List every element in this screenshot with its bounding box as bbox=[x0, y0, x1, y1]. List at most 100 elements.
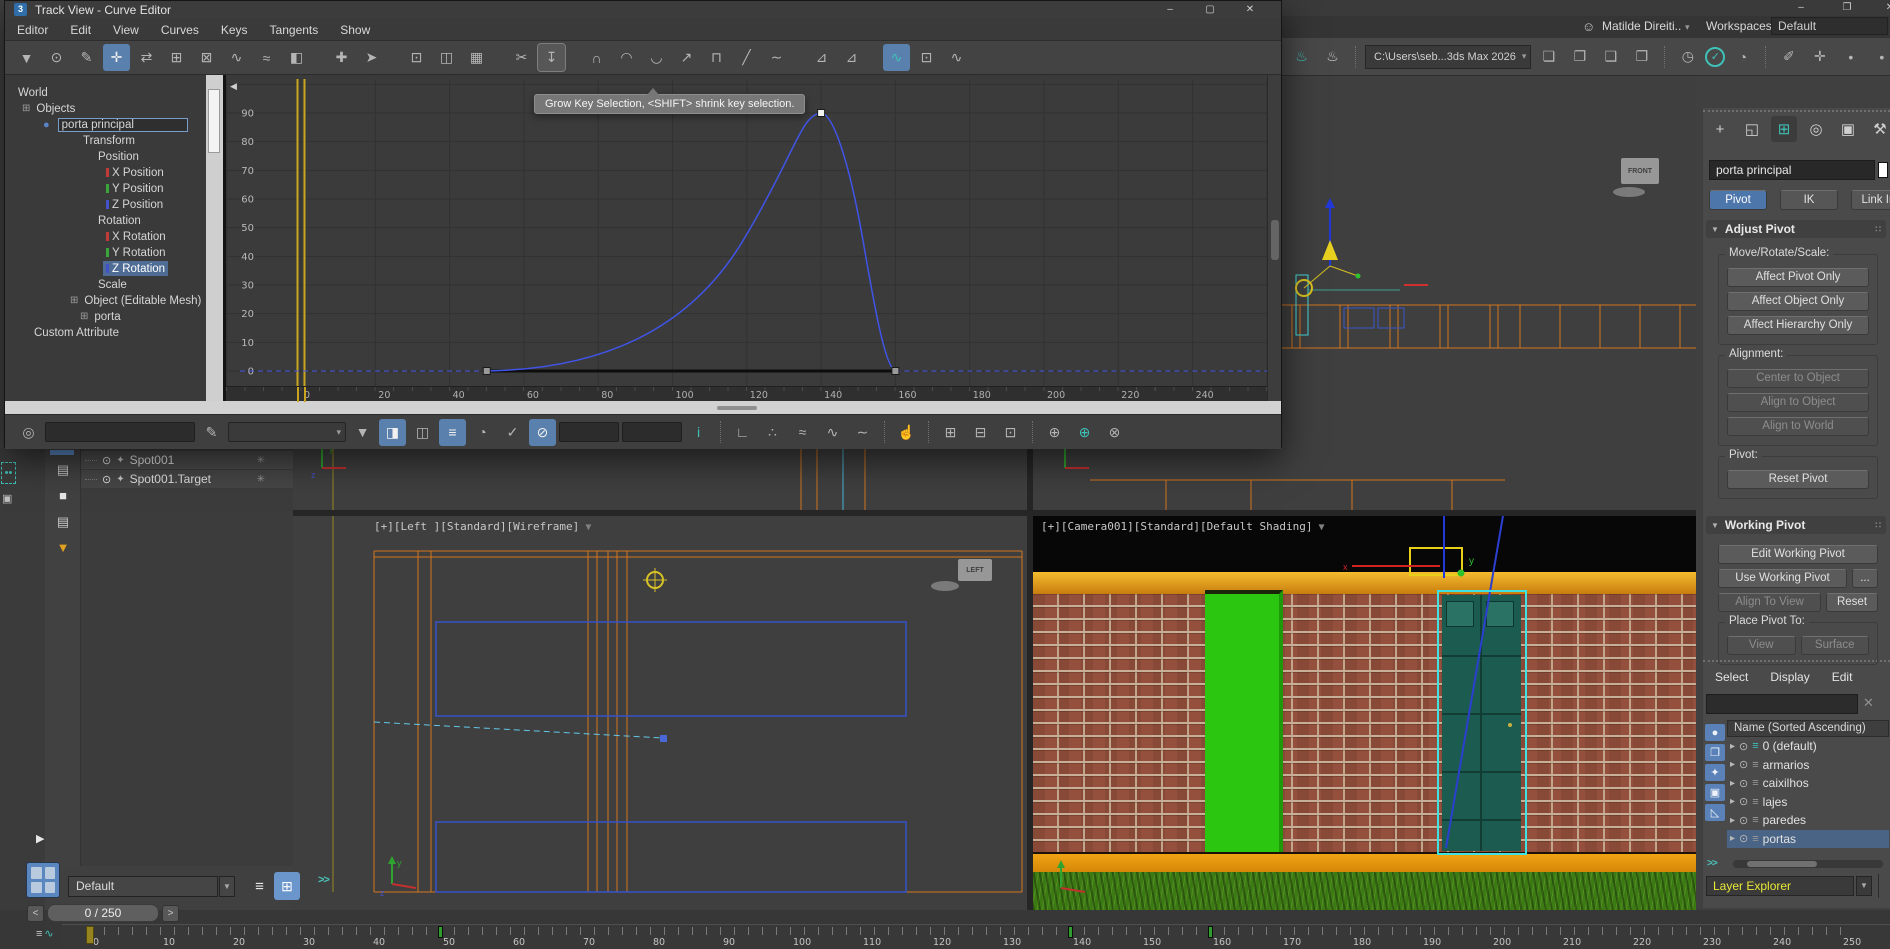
layer-list-scrollbar[interactable] bbox=[1733, 860, 1883, 868]
reference-page-icon[interactable]: ❑ bbox=[1597, 43, 1624, 70]
brush-presets-icon[interactable]: ✐ bbox=[1775, 43, 1802, 70]
tree-item-z-rotation[interactable]: Z Rotation bbox=[103, 261, 168, 276]
track-selection-field[interactable] bbox=[45, 422, 195, 442]
key-time-field[interactable] bbox=[559, 422, 619, 442]
isolate-layers-button[interactable]: ≡ bbox=[248, 874, 271, 899]
select-time-icon[interactable]: ◫ bbox=[433, 44, 460, 71]
expand-arrow-icon[interactable]: ▸ bbox=[1730, 796, 1735, 807]
use-working-pivot-button[interactable]: Use Working Pivot bbox=[1718, 569, 1847, 588]
expand-arrow-icon[interactable]: ▸ bbox=[1730, 741, 1735, 752]
tree-item-porta[interactable]: ⊞porta bbox=[80, 309, 124, 324]
edit-working-pivot-button[interactable]: Edit Working Pivot bbox=[1718, 545, 1878, 564]
affect-object-only-button[interactable]: Affect Object Only bbox=[1727, 292, 1869, 311]
filter-menu-icon[interactable]: ▼ bbox=[349, 419, 376, 446]
expand-box-icon[interactable]: ⊞ bbox=[70, 295, 78, 306]
detail-view-icon[interactable]: ▤ bbox=[52, 514, 74, 534]
rollout-header-adjust-pivot[interactable]: ▼Adjust Pivot∷ bbox=[1706, 220, 1886, 238]
tangent-auto-icon[interactable]: ∩ bbox=[583, 44, 610, 71]
ik-button[interactable]: IK bbox=[1780, 190, 1838, 210]
slide-keys-icon[interactable]: ⇄ bbox=[133, 44, 160, 71]
eye-icon[interactable]: ⊙ bbox=[102, 454, 111, 467]
import-page-icon[interactable]: ❏ bbox=[1535, 43, 1562, 70]
frame-horizontal-extents-icon[interactable]: ∿ bbox=[883, 44, 910, 71]
tangent-smooth-icon[interactable]: ∼ bbox=[763, 44, 790, 71]
tab-modify[interactable]: ◱ bbox=[1739, 116, 1765, 142]
tree-item-rotation[interactable]: Rotation bbox=[95, 213, 144, 228]
isolate-curve-2-icon[interactable]: ⊗ bbox=[1101, 419, 1128, 446]
tree-item-x-position[interactable]: X Position bbox=[103, 165, 167, 180]
tree-item-scale[interactable]: Scale bbox=[95, 277, 130, 292]
select-value-icon[interactable]: ▦ bbox=[463, 44, 490, 71]
tree-item-z-position[interactable]: Z Position bbox=[103, 197, 166, 212]
show-tangents-icon[interactable]: ≈ bbox=[789, 419, 816, 446]
zoom-region-icon[interactable]: ⊕ bbox=[1071, 419, 1098, 446]
explorer-type-caret-icon[interactable]: ▼ bbox=[1856, 876, 1872, 896]
layer-row-paredes[interactable]: ▸⊙≡paredes bbox=[1727, 811, 1889, 829]
mini-editor-icon[interactable]: ▣ bbox=[2, 492, 12, 505]
viewport-vertical-divider[interactable] bbox=[1027, 448, 1033, 910]
show-all-tangents-icon[interactable]: ∿ bbox=[819, 419, 846, 446]
expand-box-icon[interactable]: ⊞ bbox=[80, 311, 88, 322]
menu-view[interactable]: View bbox=[113, 23, 139, 37]
list-view-icon[interactable]: ▤ bbox=[52, 462, 74, 482]
solid-square-icon[interactable]: ■ bbox=[52, 488, 74, 508]
viewport-layout-button[interactable] bbox=[26, 862, 60, 898]
tv-close-button[interactable]: ✕ bbox=[1235, 2, 1265, 18]
filter-cameras-icon[interactable]: ▣ bbox=[1705, 784, 1725, 801]
layer-list-header[interactable]: Name (Sorted Ascending) bbox=[1727, 720, 1889, 737]
tree-item-objects[interactable]: ⊞Objects bbox=[22, 101, 78, 116]
zoom-region-mode-icon[interactable]: ⊡ bbox=[997, 419, 1024, 446]
tab-utilities[interactable]: ⚒ bbox=[1867, 116, 1890, 142]
menu-curves[interactable]: Curves bbox=[161, 23, 199, 37]
track-set-combo[interactable]: ▾ bbox=[228, 422, 346, 442]
selection-set-combo[interactable]: Default bbox=[68, 876, 218, 897]
main-close-button[interactable]: ✕ bbox=[1876, 1, 1890, 15]
mini-curve-editor-icon[interactable]: ∿ bbox=[36, 927, 62, 943]
tree-item-y-position[interactable]: Y Position bbox=[103, 181, 167, 196]
tangent-slow-icon[interactable]: ↗ bbox=[673, 44, 700, 71]
workspace-combo[interactable]: Default bbox=[1771, 17, 1888, 35]
filter-maps-icon[interactable]: ◫ bbox=[409, 419, 436, 446]
grow-key-selection-icon[interactable]: ↧ bbox=[538, 44, 565, 71]
buffer-curve-icon[interactable]: ⊿ bbox=[808, 44, 835, 71]
scene-item-spot001-target[interactable]: ⊙✦Spot001.Target✳ bbox=[81, 470, 293, 488]
scale-values-icon[interactable]: ⊠ bbox=[193, 44, 220, 71]
main-restore-button[interactable]: ❐ bbox=[1833, 1, 1861, 15]
expand-arrow-icon[interactable]: ▸ bbox=[1730, 833, 1735, 844]
select-tool-icon[interactable]: ➤ bbox=[358, 44, 385, 71]
frame-value-extents-icon[interactable]: ⊡ bbox=[913, 44, 940, 71]
layer-row-armarios[interactable]: ▸⊙≡armarios bbox=[1727, 756, 1889, 774]
pan-hand-icon[interactable]: ☝ bbox=[893, 419, 920, 446]
interactive-update-icon[interactable]: ∼ bbox=[849, 419, 876, 446]
tangent-fast-icon[interactable]: ◡ bbox=[643, 44, 670, 71]
keyframe-marker-50[interactable] bbox=[438, 926, 443, 938]
camera-viewport-label[interactable]: [+][Camera001][Standard][Default Shading… bbox=[1041, 520, 1325, 533]
eye-icon[interactable]: ⊙ bbox=[102, 473, 111, 486]
region-keys-icon[interactable]: ⊡ bbox=[403, 44, 430, 71]
expand-arrow-icon[interactable]: ▸ bbox=[1730, 815, 1735, 826]
object-color-swatch[interactable] bbox=[1878, 162, 1888, 178]
timeline-track-bar[interactable]: 0102030405060708090100110120130140150160… bbox=[62, 924, 1890, 949]
filter-unlocked-icon[interactable]: ⊘ bbox=[529, 419, 556, 446]
light-lister-icon[interactable]: •• bbox=[1, 462, 16, 484]
dot-b-icon[interactable]: • bbox=[1868, 43, 1890, 70]
project-folder-combo[interactable]: C:\Users\seb...3ds Max 2026▾ bbox=[1365, 45, 1531, 69]
render-teapot-icon[interactable]: ♨ bbox=[1319, 43, 1346, 70]
viewport-filter-icon[interactable]: ▼ bbox=[1319, 522, 1325, 533]
keyframe-marker-160[interactable] bbox=[1208, 926, 1213, 938]
menu-keys[interactable]: Keys bbox=[221, 23, 248, 37]
filter-animated-icon[interactable]: ◔ bbox=[469, 419, 496, 446]
tree-item-transform[interactable]: Transform bbox=[80, 133, 138, 148]
filter-keyable-icon[interactable]: ✓ bbox=[499, 419, 526, 446]
pivot-button[interactable]: Pivot bbox=[1709, 190, 1767, 210]
viewcube-left[interactable]: LEFT bbox=[958, 559, 992, 581]
clear-search-icon[interactable]: ✕ bbox=[1863, 695, 1874, 711]
previous-frame-button[interactable]: < bbox=[27, 905, 44, 922]
selection-set-caret-icon[interactable]: ▼ bbox=[219, 876, 235, 897]
keyframe-marker-140[interactable] bbox=[1068, 926, 1073, 938]
graph-time-ruler[interactable]: 020406080100120140160180200220240 bbox=[226, 386, 1267, 401]
main-minimize-button[interactable]: – bbox=[1787, 1, 1815, 15]
snap-cursor-icon[interactable]: ∟ bbox=[729, 419, 756, 446]
next-frame-button[interactable]: > bbox=[162, 905, 179, 922]
time-slider[interactable] bbox=[86, 926, 94, 944]
